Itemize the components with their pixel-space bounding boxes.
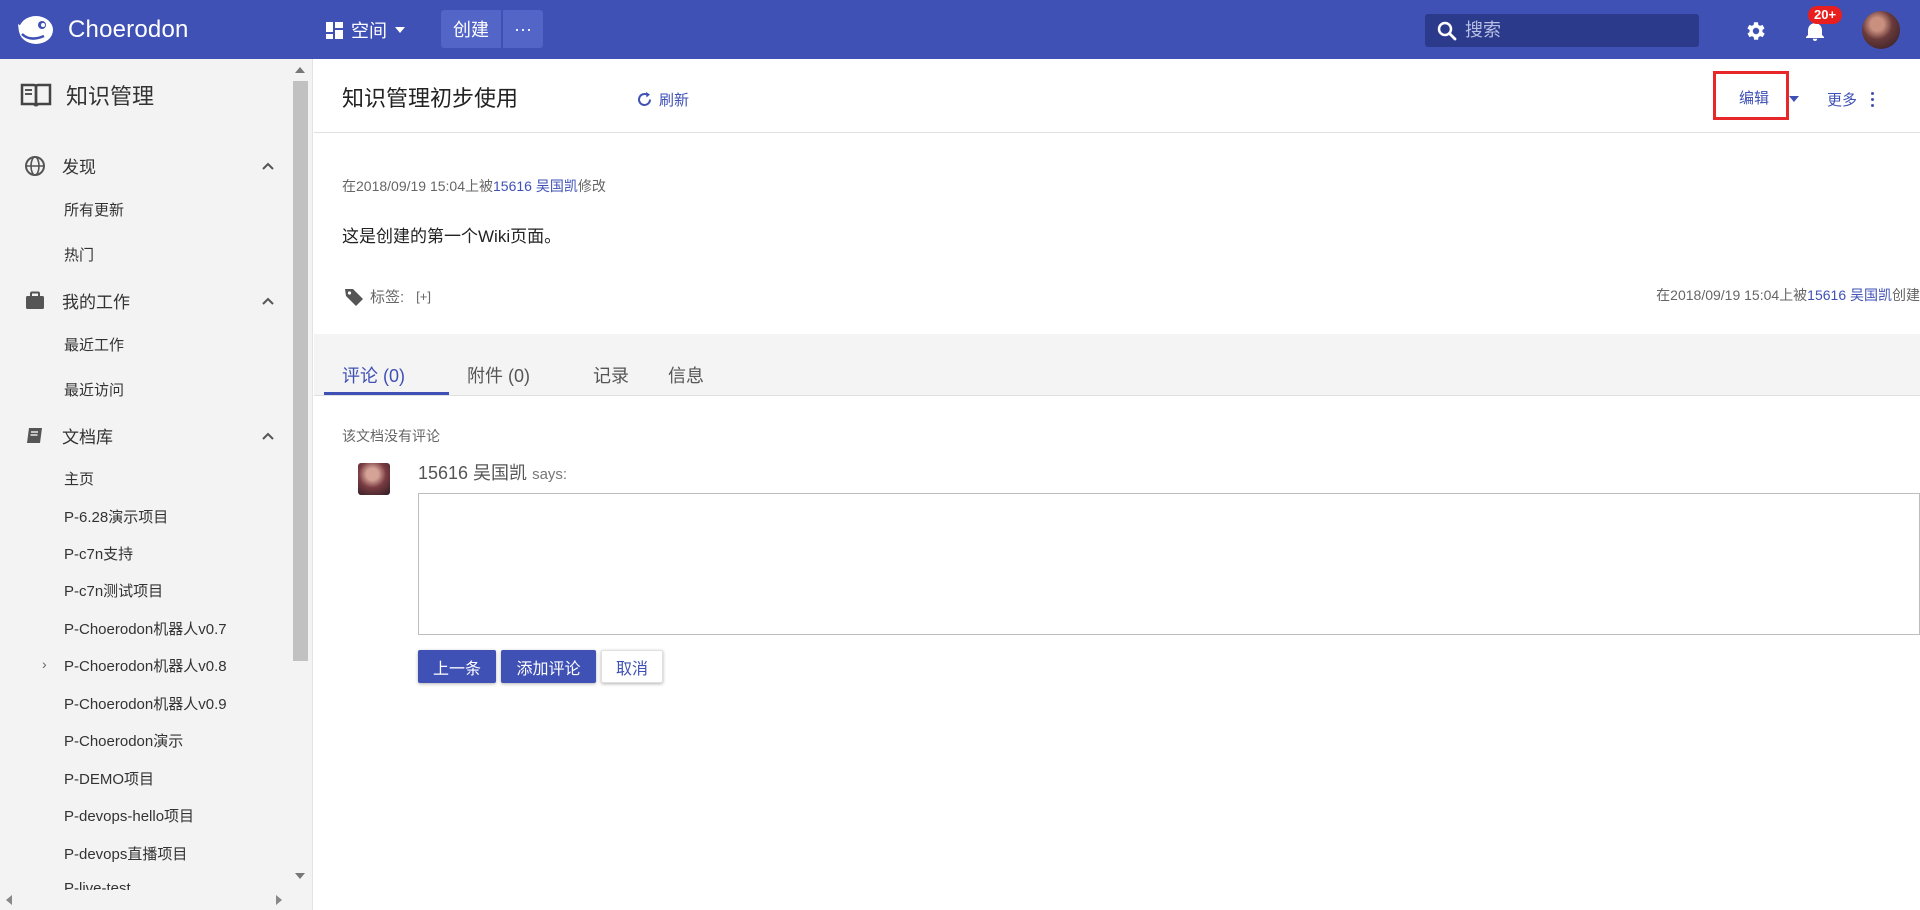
refresh-label: 刷新 [659,92,690,109]
sidebar-section-label: 我的工作 [62,293,130,312]
create-button[interactable]: 创建 [441,10,501,48]
space-grid-icon [326,21,343,39]
sidebar-item-library[interactable]: P-DEMO项目 [64,768,154,789]
sidebar-horizontal-scrollbar[interactable] [0,890,290,910]
sidebar-item-recent-work[interactable]: 最近工作 [64,334,124,355]
chevron-down-icon [395,27,405,33]
sidebar-item-library[interactable]: P-devops-hello项目 [64,805,194,826]
scroll-up-arrow-icon[interactable] [295,67,305,73]
refresh-icon [638,92,651,106]
tab-history[interactable]: 记录 [593,362,629,388]
space-menu-label: 空间 [351,21,387,41]
tab-comments[interactable]: 评论 (0) [342,362,405,388]
scrollbar-thumb[interactable] [293,81,308,661]
edit-dropdown-caret-icon[interactable] [1789,96,1799,102]
cancel-button[interactable]: 取消 [601,650,663,683]
chevron-right-icon[interactable]: › [42,656,47,672]
tag-icon [345,288,363,306]
commenter-avatar [358,463,390,495]
tab-info[interactable]: 信息 [668,362,704,388]
tags-row: 标签: [+] [344,286,431,307]
sidebar-item-library[interactable]: P-c7n测试项目 [64,580,163,601]
choerodon-logo-icon [18,16,53,44]
sidebar-item-all-updates[interactable]: 所有更新 [64,199,124,220]
created-suffix: 创建 [1892,287,1920,303]
created-user-link[interactable]: 15616 吴国凯 [1807,287,1892,303]
sidebar-item-library[interactable]: P-Choerodon机器人v0.9 [64,693,227,714]
add-comment-button[interactable]: 添加评论 [501,650,596,683]
created-info: 在2018/09/19 15:04上被15616 吴国凯创建 [1656,285,1920,305]
more-vertical-icon [1871,92,1875,107]
sidebar-item-library[interactable]: P-c7n支持 [64,543,133,564]
previous-button[interactable]: 上一条 [418,650,496,683]
no-comments-text: 该文档没有评论 [342,428,440,444]
sidebar-item-recent-visits[interactable]: 最近访问 [64,379,124,400]
sidebar-section-discover[interactable]: 发现 [24,153,274,178]
sidebar-item-library[interactable]: P-6.28演示项目 [64,506,168,527]
open-book-icon [20,83,52,107]
sidebar-section-label: 文档库 [62,428,113,447]
chevron-up-icon [262,432,274,440]
scroll-right-arrow-icon[interactable] [276,895,282,905]
sidebar-section-library[interactable]: 文档库 [24,423,274,448]
notification-count-badge: 20+ [1808,6,1843,24]
chevron-up-icon [262,162,274,170]
search-input[interactable] [1465,20,1685,41]
briefcase-icon [26,291,44,309]
page-title: 知识管理初步使用 [342,86,519,111]
sidebar-title: 知识管理 [20,79,154,111]
scroll-down-arrow-icon[interactable] [295,873,305,879]
sidebar-vertical-scrollbar[interactable] [290,59,310,893]
active-tab-indicator [324,392,449,395]
sidebar-item-home[interactable]: 主页 [64,468,94,489]
modified-user-link[interactable]: 15616 吴国凯 [493,178,578,194]
chevron-up-icon [262,297,274,305]
brand-name: Choerodon [68,16,189,43]
sidebar: 知识管理 发现 所有更新 热门 我的工作 最近工作 最近访问 文档库 主页 P-… [0,59,313,910]
sidebar-item-library[interactable]: P-Choerodon演示 [64,730,183,751]
refresh-button[interactable]: 刷新 [636,89,689,110]
modified-suffix: 修改 [577,178,606,194]
commenter-line: 15616 吴国凯 says: [418,459,567,485]
more-menu-button[interactable]: 更多 [1827,89,1875,110]
tab-attachments[interactable]: 附件 (0) [467,362,530,388]
modified-info: 在2018/09/19 15:04上被15616 吴国凯修改 [342,176,606,196]
add-tag-button[interactable]: [+] [416,289,431,304]
more-label: 更多 [1827,92,1858,109]
globe-icon [25,155,45,176]
book-icon [27,427,42,443]
create-more-button[interactable]: ··· [503,10,543,48]
settings-gear-icon[interactable] [1743,19,1767,43]
says-label: says: [532,466,568,483]
user-avatar[interactable] [1862,11,1900,49]
tab-bar: 评论 (0) 附件 (0) 记录 信息 [314,334,1920,396]
sidebar-item-library[interactable]: P-Choerodon机器人v0.8 [64,655,227,676]
sidebar-item-popular[interactable]: 热门 [64,244,94,265]
edit-button[interactable]: 编辑 [1739,87,1769,108]
comment-textarea[interactable] [418,493,1920,635]
commenter-name: 15616 吴国凯 [418,463,528,483]
page-body-text: 这是创建的第一个Wiki页面。 [342,227,562,246]
search-box [1425,14,1699,47]
created-prefix: 在2018/09/19 15:04上被 [1656,287,1808,303]
sidebar-section-my-work[interactable]: 我的工作 [24,288,274,313]
scroll-left-arrow-icon[interactable] [6,895,12,905]
page-header: 知识管理初步使用 刷新 编辑 更多 [314,59,1920,133]
space-menu-button[interactable]: 空间 [326,17,405,43]
sidebar-title-label: 知识管理 [66,84,155,109]
sidebar-section-label: 发现 [62,158,96,177]
modified-prefix: 在2018/09/19 15:04上被 [342,178,493,194]
brand-logo[interactable]: Choerodon [16,12,189,48]
sidebar-item-library[interactable]: P-devops直播项目 [64,843,187,864]
sidebar-item-library[interactable]: P-Choerodon机器人v0.7 [64,618,227,639]
search-icon [1437,21,1457,40]
tags-label: 标签: [370,289,405,306]
top-navigation-bar: Choerodon 空间 创建 ··· 20+ [0,0,1920,59]
